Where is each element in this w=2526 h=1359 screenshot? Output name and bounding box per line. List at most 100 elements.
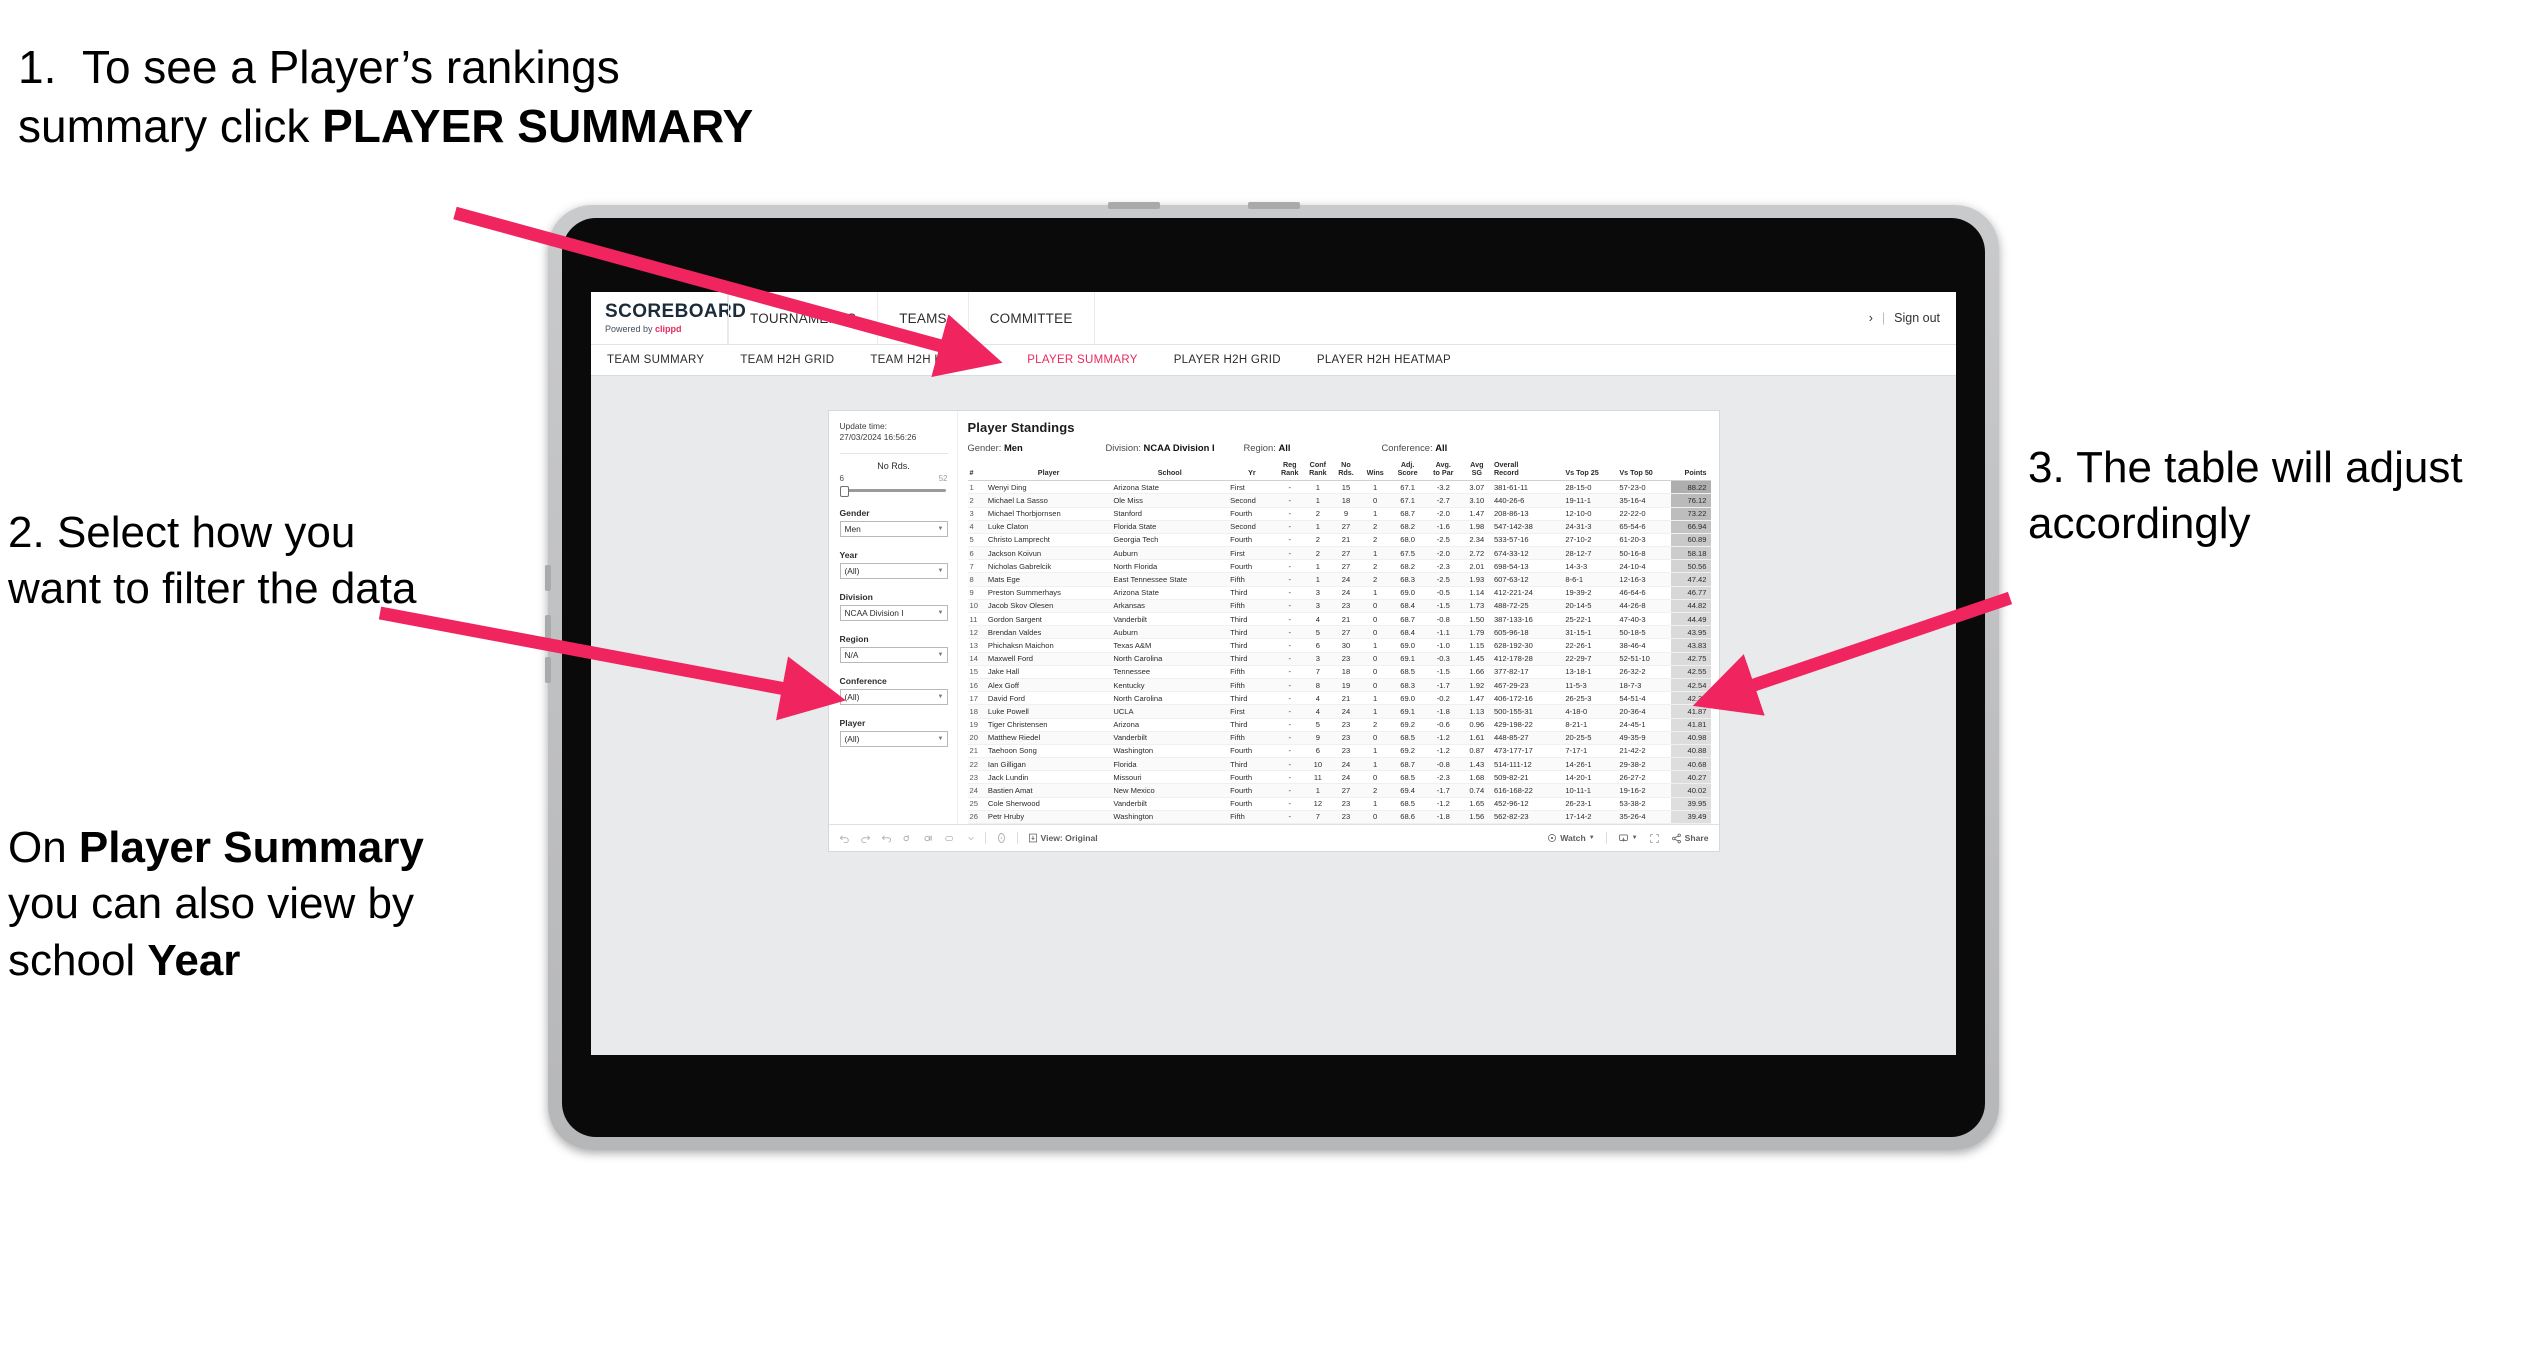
top-nav-tournaments[interactable]: TOURNAMENTS — [728, 292, 879, 344]
table-row[interactable]: 18 Luke Powell UCLA First -4 24 1 69.1 -1.8 1.13 5… — [967, 704, 1711, 719]
top-nav-teams[interactable]: TEAMS — [878, 292, 969, 344]
cell-8: 67.5 — [1390, 546, 1425, 561]
table-row[interactable]: 8 Mats Ege East Tennessee State Fifth -1 24 2 6… — [967, 572, 1711, 587]
column-header-1[interactable]: Player — [985, 459, 1112, 482]
cell-8: 68.7 — [1390, 757, 1425, 772]
filter-year-select[interactable]: (All) ▼ — [839, 562, 948, 579]
table-row[interactable]: 15 Jake Hall Tennessee Fifth -7 18 0 68.5 -1.5 1.… — [967, 665, 1711, 679]
sign-out-link[interactable]: Sign out — [1894, 311, 1940, 325]
cell-0: 7 — [967, 559, 986, 574]
share-button[interactable]: Share — [1671, 833, 1709, 844]
table-row[interactable]: 23 Jack Lundin Missouri Fourth -11 24 0 68.5 -2.… — [967, 770, 1711, 785]
filter-conference-select[interactable]: (All) ▼ — [839, 688, 948, 705]
cell-1: Maxwell Ford — [985, 652, 1112, 666]
tab-player-h2h-grid[interactable]: PLAYER H2H GRID — [1174, 354, 1299, 366]
cell-2: Florida State — [1111, 520, 1229, 534]
chevron-down-icon: ▼ — [937, 651, 944, 658]
table-row[interactable]: 14 Maxwell Ford North Carolina Third -3 23 0 69… — [967, 652, 1711, 666]
tab-player-summary[interactable]: PLAYER SUMMARY — [1027, 354, 1156, 366]
app-logo[interactable]: SCOREBOARD Powered by clippd — [591, 292, 746, 344]
undo-icon[interactable] — [839, 833, 850, 844]
view-original-button[interactable]: View: Original — [1028, 833, 1098, 843]
table-row[interactable]: 16 Alex Goff Kentucky Fifth -8 19 0 68.3 -1.7 1.9… — [967, 678, 1711, 693]
cell-13: 50-18-5 — [1617, 625, 1672, 640]
cell-1: Michael La Sasso — [985, 493, 1112, 508]
column-header-7[interactable]: Wins — [1360, 459, 1391, 482]
table-row[interactable]: 10 Jacob Skov Olesen Arkansas Fifth -3 23 0 68.… — [967, 599, 1711, 614]
column-header-11[interactable]: Overall Record — [1491, 459, 1564, 482]
account-chevron-icon[interactable]: › — [1869, 311, 1873, 325]
table-row[interactable]: 4 Luke Claton Florida State Second -1 27 2 68.2… — [967, 520, 1711, 534]
table-row[interactable]: 9 Preston Summerhays Arizona State Third -3 2… — [967, 586, 1711, 600]
filter-region-select[interactable]: N/A ▼ — [839, 646, 948, 663]
tab-player-h2h-heatmap[interactable]: PLAYER H2H HEATMAP — [1317, 354, 1469, 366]
table-row[interactable]: 22 Ian Gilligan Florida Third -10 24 1 68.7 -0.8… — [967, 757, 1711, 772]
watch-button[interactable]: Watch ▼ — [1547, 833, 1595, 843]
column-header-14[interactable]: Points — [1671, 459, 1711, 482]
device-preview-icon[interactable] — [996, 832, 1007, 844]
column-header-5[interactable]: Conf Rank — [1303, 459, 1332, 482]
table-row[interactable]: 24 Bastien Amat New Mexico Fourth -1 27 2 69.4-… — [967, 783, 1711, 798]
fullscreen-icon[interactable] — [1649, 833, 1660, 844]
slider-handle[interactable] — [839, 485, 849, 497]
alerts-icon[interactable] — [944, 833, 957, 844]
filter-player-select[interactable]: (All) ▼ — [839, 730, 948, 747]
column-header-2[interactable]: School — [1111, 459, 1229, 482]
cell-7: 1 — [1360, 797, 1391, 811]
column-header-0[interactable]: # — [967, 459, 986, 482]
table-row[interactable]: 5 Christo Lamprecht Georgia Tech Fourth -2 21… — [967, 533, 1711, 548]
column-header-4[interactable]: Reg Rank — [1275, 459, 1304, 482]
cell-6: 18 — [1331, 493, 1361, 508]
column-header-9[interactable]: Avg. to Par — [1424, 459, 1462, 482]
column-header-12[interactable]: Vs Top 25 — [1563, 459, 1618, 482]
cell-9: -0.5 — [1424, 586, 1462, 600]
table-row[interactable]: 7 Nicholas Gabrelcik North Florida Fourth -1… — [967, 559, 1711, 574]
table-row[interactable]: 17 David Ford North Carolina Third -4 21 1 69.0… — [967, 691, 1711, 706]
no-rounds-slider[interactable] — [839, 485, 948, 497]
filter-gender-select[interactable]: Men ▼ — [839, 520, 948, 537]
table-row[interactable]: 20 Matthew Riedel Vanderbilt Fifth -9 23 0 68.5… — [967, 731, 1711, 745]
table-row[interactable]: 12 Brendan Valdes Auburn Third -5 27 0 68.4 -1.1… — [967, 625, 1711, 640]
cell-8: 69.0 — [1390, 586, 1425, 600]
cell-3: Fourth — [1228, 744, 1276, 759]
column-header-10[interactable]: Avg SG — [1461, 459, 1492, 482]
cell-12: 14-20-1 — [1563, 770, 1618, 785]
cell-1: Christo Lamprecht — [985, 533, 1112, 548]
table-row[interactable]: 19 Tiger Christensen Arizona Third -5 23 2 69.2… — [967, 718, 1711, 732]
cell-5: 3 — [1303, 599, 1332, 614]
table-row[interactable]: 11 Gordon Sargent Vanderbilt Third -4 21 0 68.7… — [967, 612, 1711, 627]
cell-6: 24 — [1331, 572, 1361, 587]
column-header-8[interactable]: Adj. Score — [1390, 459, 1425, 482]
cell-3: Third — [1228, 691, 1276, 706]
cell-9: -0.2 — [1424, 691, 1462, 706]
table-row[interactable]: 25 Cole Sherwood Vanderbilt Fourth -12 23 1 68.… — [967, 797, 1711, 811]
column-header-3[interactable]: Yr — [1228, 459, 1276, 482]
dropdown-caret-icon[interactable] — [967, 834, 975, 842]
tab-team-h2h-heatmap[interactable]: TEAM H2H HEATMAP — [870, 354, 1009, 366]
cell-5: 4 — [1303, 704, 1332, 719]
redo-icon[interactable] — [860, 833, 871, 844]
cell-7: 1 — [1360, 480, 1391, 495]
table-row[interactable]: 21 Taehoon Song Washington Fourth -6 23 1 69.2-… — [967, 744, 1711, 759]
table-row[interactable]: 3 Michael Thorbjornsen Stanford Fourth -2 9 1 6… — [967, 507, 1711, 521]
table-row[interactable]: 26 Petr Hruby Washington Fifth -7 23 0 68.6 -1.8… — [967, 810, 1711, 825]
top-nav-committee[interactable]: COMMITTEE — [969, 292, 1095, 344]
cell-7: 0 — [1360, 665, 1391, 679]
tab-team-h2h-grid[interactable]: TEAM H2H GRID — [740, 354, 852, 366]
table-row[interactable]: 13 Phichaksn Maichon Texas A&M Third -6 30 1 69… — [967, 638, 1711, 653]
refresh-icon[interactable] — [902, 833, 913, 844]
table-row[interactable]: 2 Michael La Sasso Ole Miss Second -1 18 0 67.1… — [967, 493, 1711, 508]
table-row[interactable]: 1 Wenyi Ding Arizona State First -1 15 1 67.1 -3… — [967, 480, 1711, 495]
pause-icon[interactable] — [923, 833, 934, 844]
cell-6: 27 — [1331, 783, 1361, 798]
revert-icon[interactable] — [881, 833, 892, 844]
table-row[interactable]: 6 Jackson Koivun Auburn First -2 27 1 67.5 -2.0 2… — [967, 546, 1711, 561]
cell-1: Luke Claton — [985, 520, 1112, 534]
column-header-13[interactable]: Vs Top 50 — [1617, 459, 1672, 482]
filter-division-select[interactable]: NCAA Division I ▼ — [839, 604, 948, 621]
download-button[interactable]: ▼ — [1618, 833, 1638, 844]
tab-team-summary[interactable]: TEAM SUMMARY — [607, 354, 722, 366]
column-header-6[interactable]: No Rds. — [1331, 459, 1361, 482]
cell-3: First — [1228, 546, 1276, 561]
cell-7: 2 — [1360, 533, 1391, 548]
